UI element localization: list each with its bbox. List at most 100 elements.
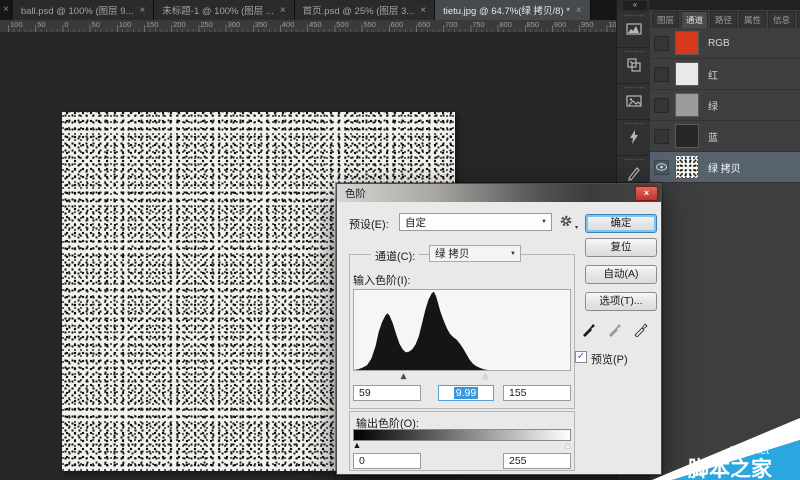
options-button[interactable]: 选项(T)... xyxy=(585,292,657,311)
document-tab-label: ball.psd @ 100% (图层 9... xyxy=(21,3,134,17)
output-shadow-field[interactable]: 0 xyxy=(353,453,421,469)
ruler-tick-label: 600 xyxy=(391,20,418,29)
channel-name: 红 xyxy=(708,67,718,82)
image-panel-icon[interactable] xyxy=(617,84,651,120)
reset-button[interactable]: 复位 xyxy=(585,238,657,257)
preset-dropdown[interactable]: 自定 ▼ xyxy=(399,213,552,231)
chevron-down-icon: ▼ xyxy=(510,251,520,257)
black-point-eyedropper-icon[interactable] xyxy=(581,320,598,340)
channel-dropdown[interactable]: 绿 拷贝 ▼ xyxy=(429,245,521,262)
ruler-tick-label: 100 xyxy=(119,20,146,29)
tab-close-icon[interactable]: × xyxy=(280,5,286,16)
actions-panel-icon[interactable] xyxy=(617,120,651,156)
channel-name: RGB xyxy=(708,38,730,49)
output-gradient-bar xyxy=(353,429,571,441)
document-tab[interactable]: 未标题-1 @ 100% (图层 ... × xyxy=(154,0,294,20)
visibility-toggle[interactable] xyxy=(654,36,669,51)
channel-row[interactable]: 绿 拷贝 xyxy=(650,152,800,183)
input-highlight-slider[interactable]: ▲ xyxy=(481,372,490,381)
dialog-title-bar[interactable]: 色阶 xyxy=(337,184,661,202)
ruler-tick-label: 250 xyxy=(200,20,227,29)
ruler-tick-label: 300 xyxy=(228,20,255,29)
channel-thumbnail xyxy=(675,31,699,55)
histogram-panel-icon[interactable] xyxy=(617,12,651,48)
channels-panel: 图层通道路径属性信息颜色 RGB红绿蓝绿 拷贝 xyxy=(650,0,800,480)
selected-text: 9.99 xyxy=(454,387,478,399)
panel-tab-信息[interactable]: 信息 xyxy=(768,11,795,28)
preview-checkbox[interactable]: ✓ xyxy=(575,351,587,363)
document-tab-label: tietu.jpg @ 64.7%(绿 拷贝/8) * xyxy=(443,3,570,17)
input-shadow-slider[interactable]: ▲ xyxy=(399,372,408,381)
white-point-eyedropper-icon[interactable] xyxy=(633,320,650,340)
collapse-panels-button[interactable]: « xyxy=(623,1,647,10)
channel-value: 绿 拷贝 xyxy=(430,246,510,261)
preset-value: 自定 xyxy=(400,215,541,230)
ruler-tick-label: 500 xyxy=(336,20,363,29)
channel-row[interactable]: RGB xyxy=(650,28,800,59)
output-shadow-slider[interactable]: ▲ xyxy=(353,441,362,450)
ruler-tick-label: 850 xyxy=(527,20,554,29)
ruler-tick-label: 50 xyxy=(37,20,64,29)
ruler-tick-label: 350 xyxy=(255,20,282,29)
ruler-tick-label: 50 xyxy=(92,20,119,29)
ruler-tick-label: 150 xyxy=(146,20,173,29)
document-tab-bar: × ball.psd @ 100% (图层 9...×未标题-1 @ 100% … xyxy=(0,0,616,20)
channel-row[interactable]: 蓝 xyxy=(650,121,800,152)
ruler-tick-label: 950 xyxy=(581,20,608,29)
preset-options-gear-icon[interactable]: ▾ xyxy=(559,214,573,231)
visibility-toggle[interactable] xyxy=(654,129,669,144)
tab-close-icon[interactable]: × xyxy=(139,5,145,16)
input-levels-label: 输入色阶(I): xyxy=(353,272,410,288)
levels-dialog: 色阶 × 预设(E): 自定 ▼ ▾ 确定 复位 自动(A) 选项(T)... … xyxy=(336,183,662,475)
visibility-toggle[interactable] xyxy=(654,98,669,113)
output-highlight-slider[interactable]: ▲ xyxy=(564,441,573,450)
ruler-tick-label: 400 xyxy=(282,20,309,29)
document-tab[interactable]: tietu.jpg @ 64.7%(绿 拷贝/8) * × xyxy=(435,0,591,20)
visibility-toggle[interactable] xyxy=(654,67,669,82)
ruler-tick-label: 750 xyxy=(472,20,499,29)
output-highlight-field[interactable]: 255 xyxy=(503,453,571,469)
clone-source-panel-icon[interactable] xyxy=(617,48,651,84)
channel-name: 蓝 xyxy=(708,129,718,144)
tab-close-icon[interactable]: × xyxy=(420,5,426,16)
ruler-tick-label: 800 xyxy=(499,20,526,29)
clipped-tab-close-icon[interactable]: × xyxy=(0,0,13,20)
ok-button[interactable]: 确定 xyxy=(585,214,657,233)
document-tab-label: 首页.psd @ 25% (图层 3... xyxy=(303,3,415,17)
document-tab[interactable]: ball.psd @ 100% (图层 9... × xyxy=(13,0,154,20)
input-gamma-field[interactable]: 9.99 xyxy=(438,385,494,401)
channel-row[interactable]: 绿 xyxy=(650,90,800,121)
auto-button[interactable]: 自动(A) xyxy=(585,265,657,284)
dialog-title: 色阶 xyxy=(345,186,366,201)
tab-close-icon[interactable]: × xyxy=(576,5,582,16)
document-tab[interactable]: 首页.psd @ 25% (图层 3... × xyxy=(295,0,435,20)
panel-tab-图层[interactable]: 图层 xyxy=(652,11,679,28)
ruler-tick-label: 550 xyxy=(363,20,390,29)
channel-thumbnail xyxy=(675,155,699,179)
ruler-tick-label: 900 xyxy=(554,20,581,29)
input-highlight-field[interactable]: 155 xyxy=(503,385,571,401)
channel-thumbnail xyxy=(675,62,699,86)
dialog-close-button[interactable]: × xyxy=(635,186,658,201)
channel-label: 通道(C): xyxy=(371,248,419,264)
document-tab-label: 未标题-1 @ 100% (图层 ... xyxy=(162,3,274,17)
channel-name: 绿 xyxy=(708,98,718,113)
channel-name: 绿 拷贝 xyxy=(708,160,741,175)
channel-row[interactable]: 红 xyxy=(650,59,800,90)
panel-tab-路径[interactable]: 路径 xyxy=(710,11,737,28)
channel-thumbnail xyxy=(675,124,699,148)
ruler-tick-label: 1000 xyxy=(608,20,616,29)
ruler-tick-label: 200 xyxy=(173,20,200,29)
panel-group-header xyxy=(650,0,800,10)
visibility-eye-icon[interactable] xyxy=(654,160,669,175)
gray-point-eyedropper-icon[interactable] xyxy=(607,320,624,340)
ruler-tick-label: 450 xyxy=(309,20,336,29)
panel-tab-属性[interactable]: 属性 xyxy=(739,11,766,28)
input-shadow-field[interactable]: 59 xyxy=(353,385,421,401)
panel-tab-通道[interactable]: 通道 xyxy=(681,11,708,28)
levels-histogram xyxy=(353,289,571,371)
photoshop-window: × ball.psd @ 100% (图层 9...×未标题-1 @ 100% … xyxy=(0,0,800,480)
ruler-tick-label: 100 xyxy=(10,20,37,29)
preset-label: 预设(E): xyxy=(349,216,389,232)
ruler-tick-label: 0 xyxy=(64,20,91,29)
